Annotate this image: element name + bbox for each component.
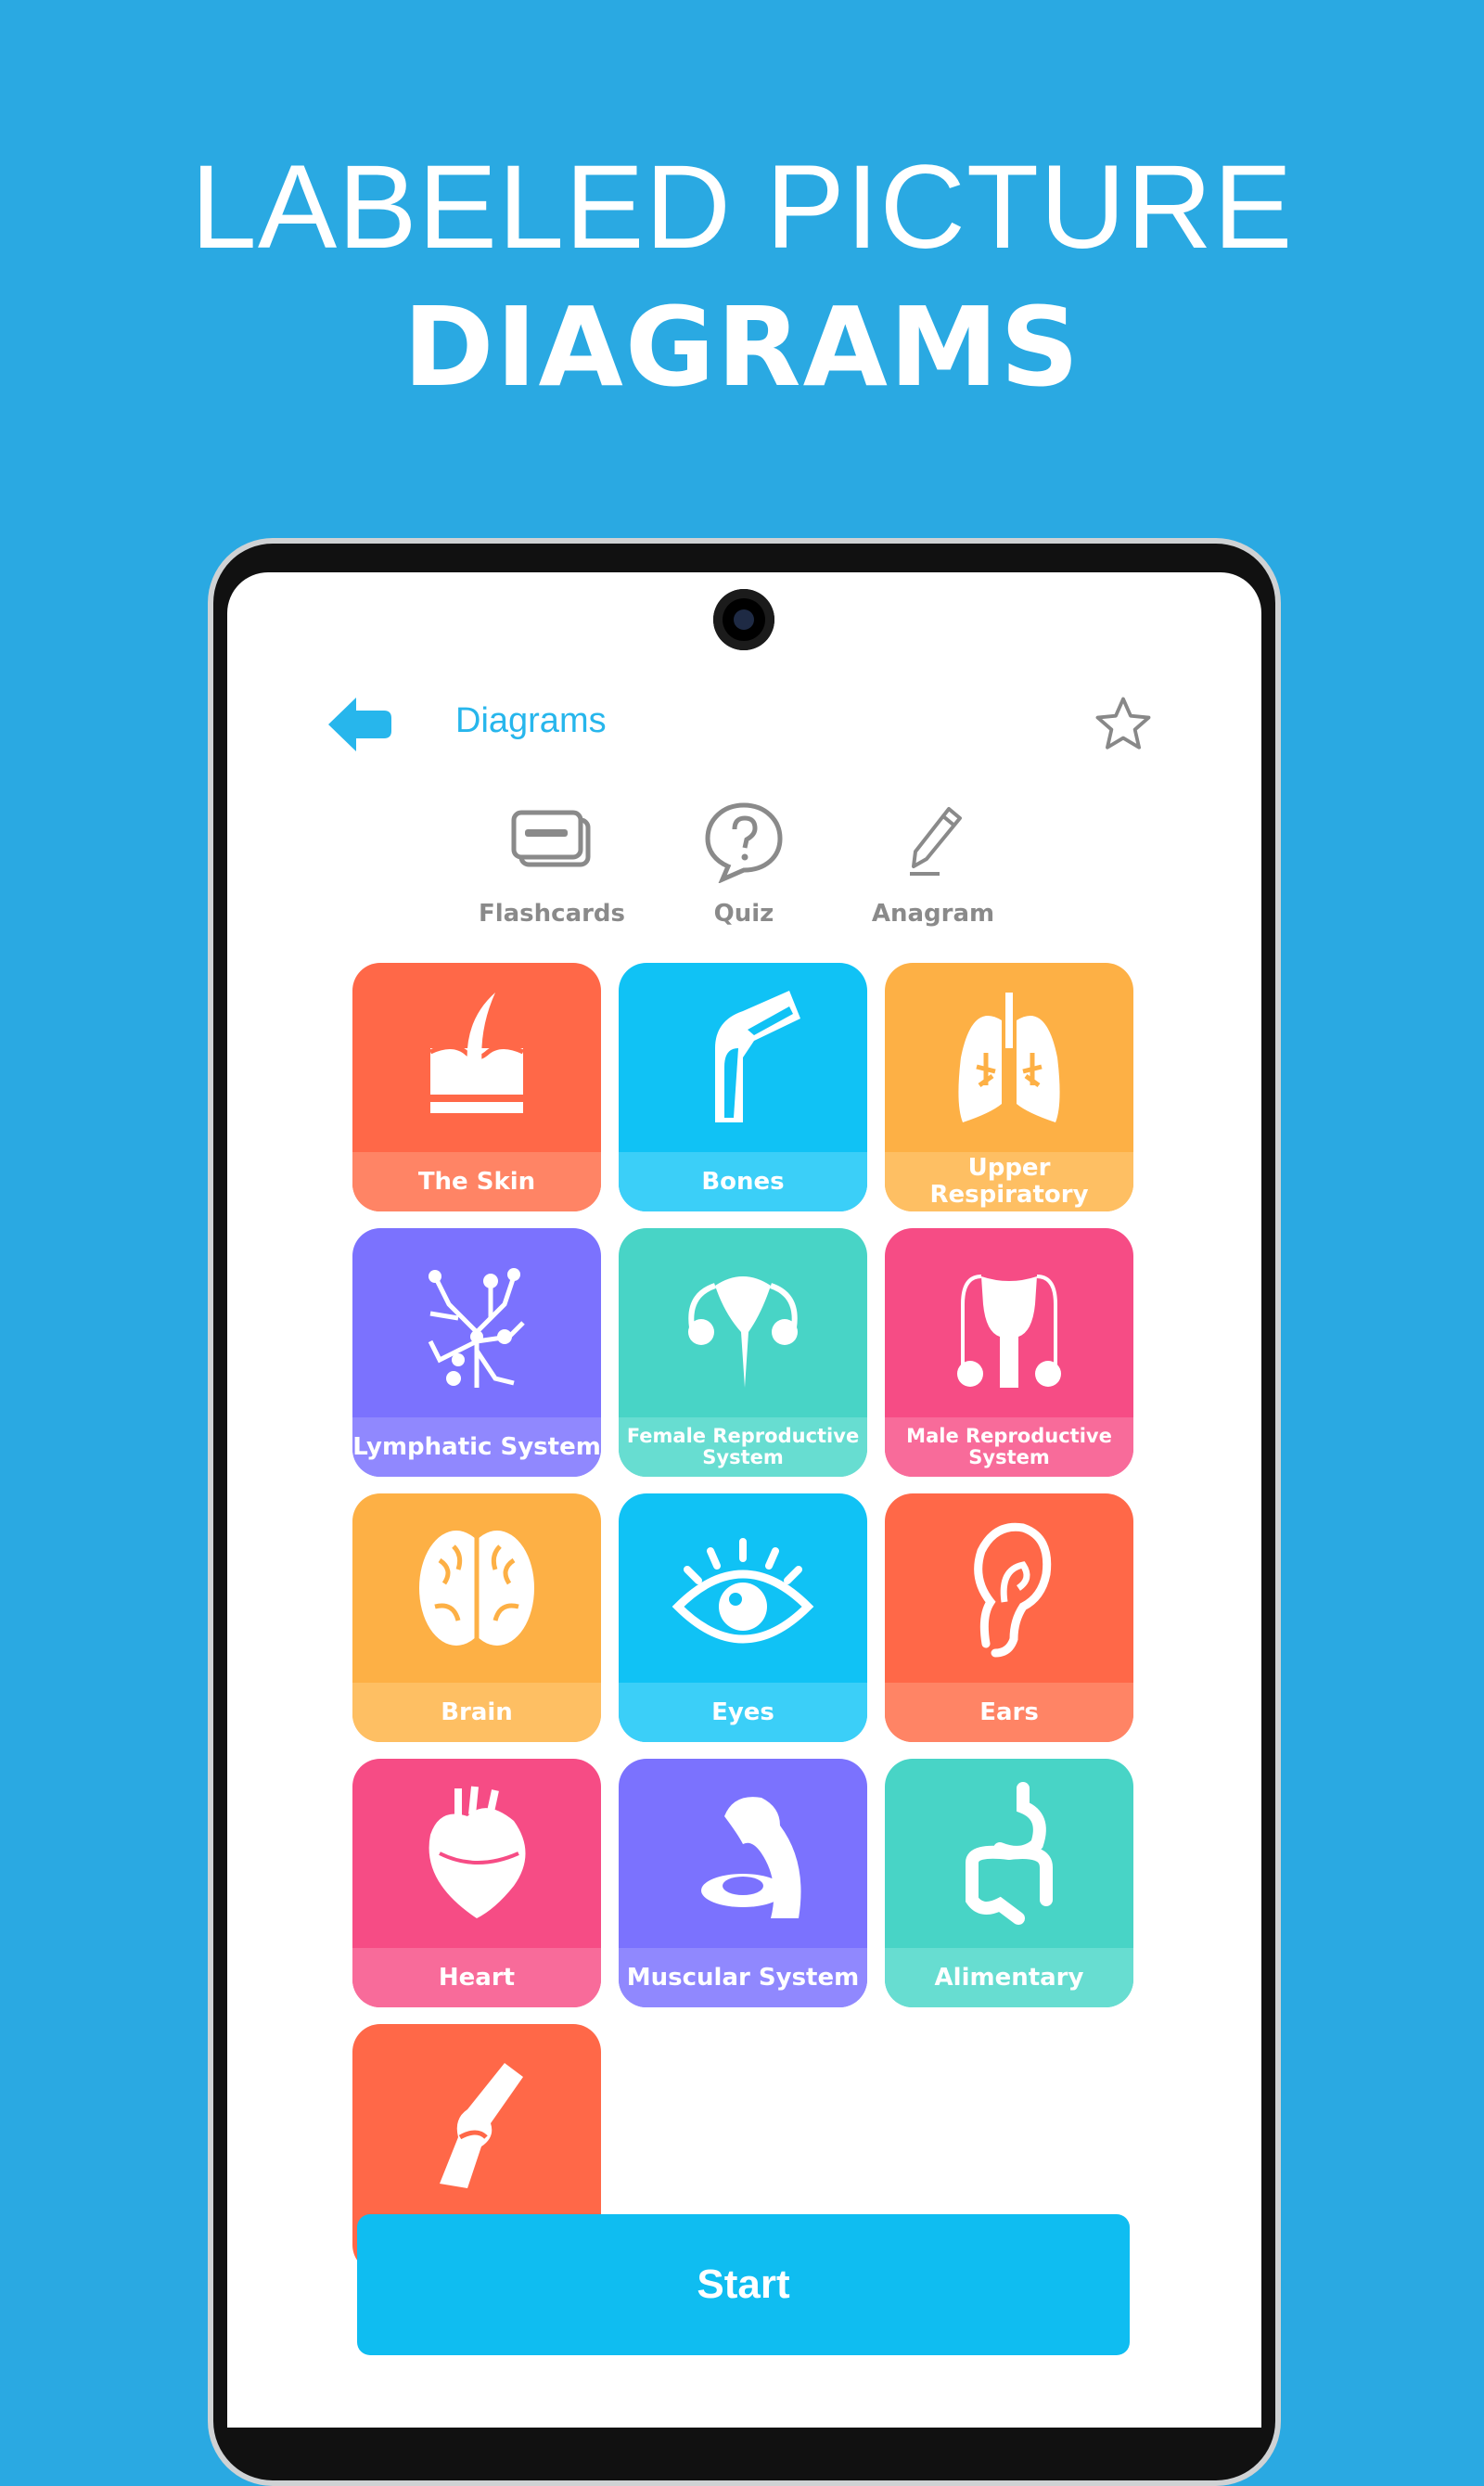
tile-female-reproductive-system[interactable]: Female Reproductive System [619, 1228, 867, 1477]
tile-brain[interactable]: Brain [352, 1493, 601, 1742]
tile-upper-respiratory[interactable]: Upper Respiratory [885, 963, 1133, 1211]
uterus-icon [619, 1228, 867, 1417]
camera [713, 589, 774, 650]
tile-label: Lymphatic System [352, 1417, 601, 1477]
intestine-icon [885, 1759, 1133, 1948]
tile-label: Heart [352, 1948, 601, 2007]
tile-heart[interactable]: Heart [352, 1759, 601, 2007]
tile-male-reproductive-system[interactable]: Male Reproductive System [885, 1228, 1133, 1477]
skin-icon [352, 963, 601, 1152]
star-outline-icon[interactable] [1093, 694, 1154, 755]
tile-lymphatic-system[interactable]: Lymphatic System [352, 1228, 601, 1477]
male-reproductive-icon [885, 1228, 1133, 1417]
tile-label: Brain [352, 1683, 601, 1742]
tile-eyes[interactable]: Eyes [619, 1493, 867, 1742]
tile-label: Alimentary [885, 1948, 1133, 2007]
mode-label: Quiz [713, 900, 774, 928]
tile-label: Male Reproductive System [885, 1417, 1133, 1477]
tile-label: Muscular System [619, 1948, 867, 2007]
tile-label: Upper Respiratory [885, 1152, 1133, 1211]
tile-ears[interactable]: Ears [885, 1493, 1133, 1742]
tile-muscular-system[interactable]: Muscular System [619, 1759, 867, 2007]
pencil-icon [910, 807, 962, 876]
lymph-icon [352, 1228, 601, 1417]
mode-flashcards[interactable]: Flashcards [459, 800, 645, 928]
knee-icon [352, 2024, 601, 2213]
heart-icon [352, 1759, 601, 1948]
mode-anagram[interactable]: Anagram [840, 800, 1026, 928]
tile-label: Bones [619, 1152, 867, 1211]
eye-icon [619, 1493, 867, 1683]
tile-bones[interactable]: Bones [619, 963, 867, 1211]
lungs-icon [885, 963, 1133, 1152]
muscle-icon [619, 1759, 867, 1948]
tile-alimentary[interactable]: Alimentary [885, 1759, 1133, 2007]
tile-the-skin[interactable]: The Skin [352, 963, 601, 1211]
mode-label: Anagram [871, 900, 995, 928]
mode-quiz[interactable]: Quiz [651, 800, 837, 928]
mode-label: Flashcards [478, 900, 626, 928]
tile-label: Female Reproductive System [619, 1417, 867, 1477]
start-button[interactable]: Start [357, 2214, 1130, 2355]
ear-icon [885, 1493, 1133, 1683]
headline-line2: DIAGRAMS [403, 283, 1081, 411]
arrow-left-icon[interactable] [328, 698, 391, 751]
tile-label: The Skin [352, 1152, 601, 1211]
tile-label: Eyes [619, 1683, 867, 1742]
tile-label: Ears [885, 1683, 1133, 1742]
headline-line1: LABELED PICTURE [190, 141, 1294, 274]
page-title: Diagrams [455, 701, 607, 740]
bone-joint-icon [619, 963, 867, 1152]
question-bubble-icon [705, 802, 783, 884]
brain-icon [352, 1493, 601, 1683]
flashcards-icon [511, 810, 591, 867]
